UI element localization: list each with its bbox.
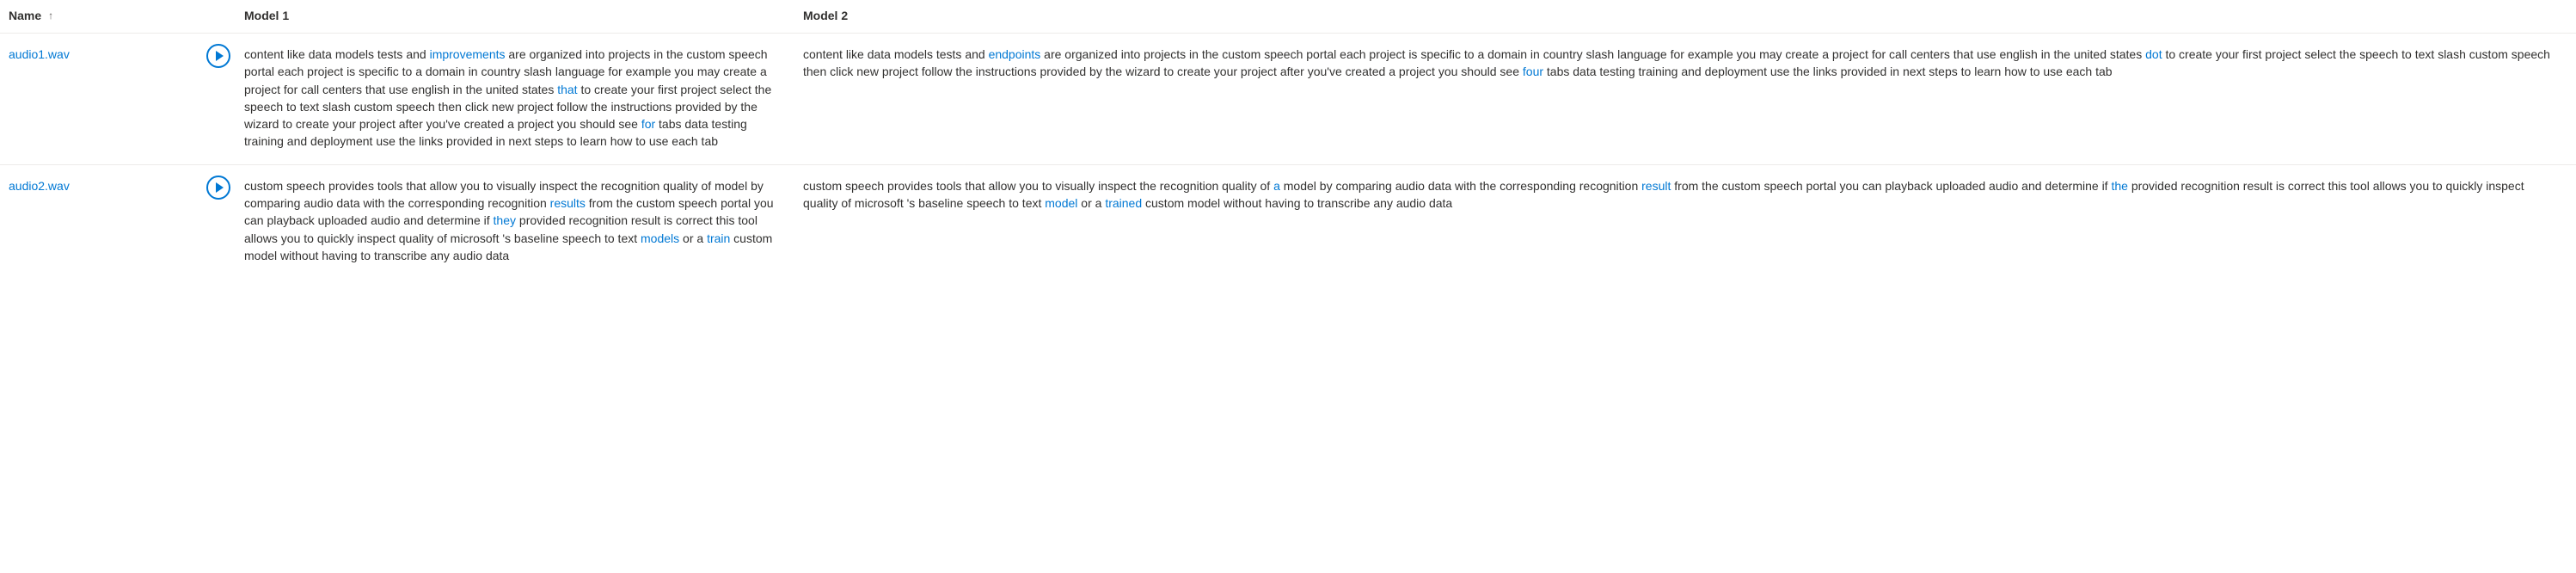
table-body: audio1.wav content like data models tests…	[0, 34, 2576, 278]
filename-cell: audio2.wav	[0, 177, 206, 194]
sort-ascending-icon: ↑	[48, 9, 53, 22]
diff-word: endpoints	[989, 47, 1041, 61]
column-header-model2-label: Model 2	[803, 9, 848, 22]
column-header-model1[interactable]: Model 1	[244, 9, 803, 22]
diff-word: train	[707, 231, 730, 245]
column-header-model1-label: Model 1	[244, 9, 289, 22]
table-row: audio2.wav custom speech provides tools t…	[0, 165, 2576, 278]
model2-cell: custom speech provides tools that allow …	[803, 177, 2576, 213]
diff-word: four	[1523, 65, 1543, 78]
transcription-text: content like data models tests and endpo…	[803, 46, 2559, 81]
filename-link[interactable]: audio1.wav	[9, 47, 70, 61]
play-cell	[206, 46, 244, 68]
column-header-name-label: Name	[9, 9, 41, 22]
column-header-name[interactable]: Name ↑	[0, 9, 206, 22]
diff-word: they	[494, 213, 516, 227]
table-row: audio1.wav content like data models tests…	[0, 34, 2576, 165]
diff-word: models	[641, 231, 679, 245]
diff-word: dot	[2145, 47, 2162, 61]
transcription-text: content like data models tests and impro…	[244, 46, 777, 151]
column-header-model2[interactable]: Model 2	[803, 9, 2576, 22]
diff-word: for	[641, 117, 655, 131]
column-header-play	[206, 9, 244, 22]
model1-cell: content like data models tests and impro…	[244, 46, 803, 151]
transcription-text: custom speech provides tools that allow …	[803, 177, 2559, 213]
play-button[interactable]	[206, 176, 230, 200]
model1-cell: custom speech provides tools that allow …	[244, 177, 803, 264]
diff-word: results	[550, 196, 586, 210]
diff-word: improvements	[430, 47, 506, 61]
diff-word: that	[557, 83, 577, 96]
diff-word: result	[1641, 179, 1671, 193]
diff-word: the	[2111, 179, 2127, 193]
play-icon	[216, 51, 224, 61]
filename-link[interactable]: audio2.wav	[9, 179, 70, 193]
model2-cell: content like data models tests and endpo…	[803, 46, 2576, 81]
diff-word: a	[1273, 179, 1280, 193]
comparison-table: Name ↑ Model 1 Model 2 audio1.wav content…	[0, 0, 2576, 278]
play-icon	[216, 182, 224, 193]
diff-word: model	[1045, 196, 1077, 210]
play-button[interactable]	[206, 44, 230, 68]
table-header-row: Name ↑ Model 1 Model 2	[0, 0, 2576, 34]
filename-cell: audio1.wav	[0, 46, 206, 63]
transcription-text: custom speech provides tools that allow …	[244, 177, 777, 264]
play-cell	[206, 177, 244, 200]
diff-word: trained	[1105, 196, 1142, 210]
